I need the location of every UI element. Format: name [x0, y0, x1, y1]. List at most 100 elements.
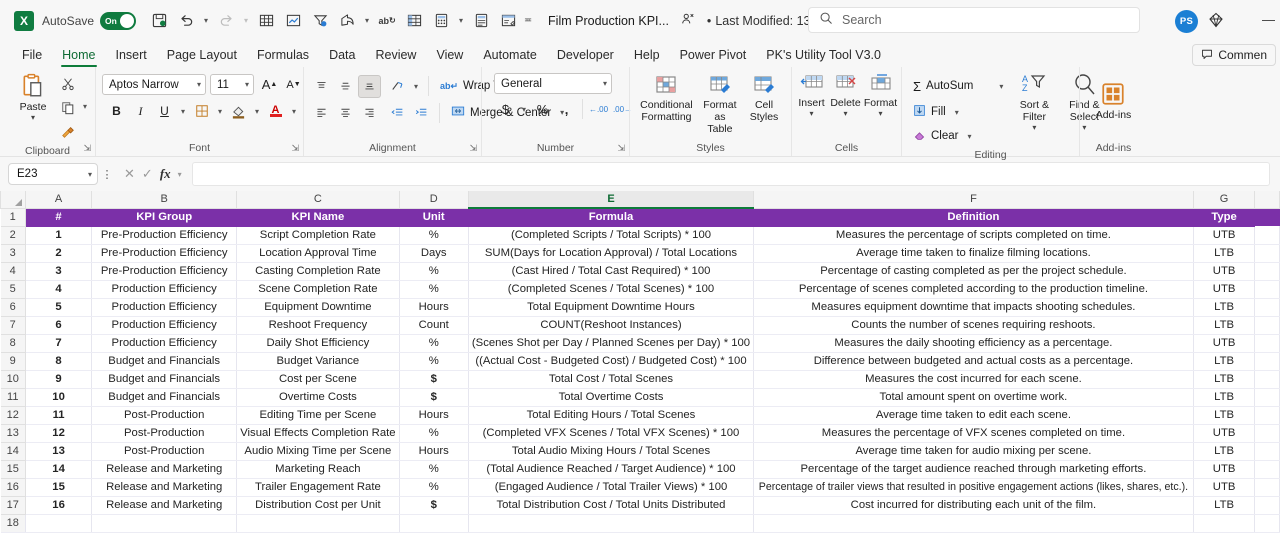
cell-b11[interactable]: Budget and Financials: [91, 388, 238, 407]
cell-g10[interactable]: LTB: [1193, 370, 1256, 389]
cell-b4[interactable]: Pre-Production Efficiency: [91, 262, 238, 281]
cell-h12[interactable]: [1254, 406, 1280, 425]
insert-cells-button[interactable]: Insert ▾: [795, 70, 828, 121]
row-header-14[interactable]: 14: [0, 441, 26, 461]
delete-dropdown-icon[interactable]: ▾: [843, 109, 847, 118]
cell-h2[interactable]: [1254, 226, 1280, 245]
confirm-formula-icon[interactable]: ✓: [142, 166, 153, 182]
search-input[interactable]: Search: [842, 13, 882, 27]
cell-e5[interactable]: (Completed Scenes / Total Scenes) * 100: [468, 280, 755, 299]
header-cell-unit[interactable]: Unit: [399, 208, 469, 227]
cell-c2[interactable]: Script Completion Rate: [236, 226, 400, 245]
cell-a4[interactable]: 3: [25, 262, 93, 281]
cell-d9[interactable]: %: [399, 352, 469, 371]
avatar[interactable]: PS: [1175, 10, 1198, 33]
number-dialog-launcher-icon[interactable]: ⇲: [617, 143, 625, 154]
cell-c14[interactable]: Audio Mixing Time per Scene: [236, 442, 400, 461]
cell-f7[interactable]: Counts the number of scenes requiring re…: [753, 316, 1194, 335]
cell-d11[interactable]: $: [399, 388, 469, 407]
copilot-diamond-icon[interactable]: [1208, 12, 1224, 33]
cell-g2[interactable]: UTB: [1193, 226, 1256, 245]
tab-data[interactable]: Data: [319, 46, 365, 67]
save-icon[interactable]: [146, 8, 172, 34]
delete-cells-button[interactable]: Delete ▾: [828, 70, 863, 121]
redo-dropdown-icon[interactable]: ▾: [240, 8, 252, 34]
currency-format-icon[interactable]: $: [494, 98, 517, 121]
cell-c3[interactable]: Location Approval Time: [236, 244, 400, 263]
comma-format-icon[interactable]: ,: [555, 98, 578, 121]
cell-f3[interactable]: Average time taken to finalize filming l…: [753, 244, 1194, 263]
name-box-resize-handle[interactable]: ⋮: [100, 168, 114, 181]
clear-button[interactable]: Clear ▾: [908, 125, 980, 147]
cell-d17[interactable]: $: [399, 496, 469, 515]
cell-d18[interactable]: [399, 514, 469, 533]
cell-f8[interactable]: Measures the daily shooting efficiency a…: [753, 334, 1194, 353]
cell-f17[interactable]: Cost incurred for distributing each unit…: [753, 496, 1194, 515]
cell-a5[interactable]: 4: [25, 280, 93, 299]
decrease-indent-icon[interactable]: [386, 101, 409, 124]
column-header-b[interactable]: B: [91, 191, 238, 209]
header-cell-number[interactable]: #: [25, 208, 93, 227]
cell-f10[interactable]: Measures the cost incurred for each scen…: [753, 370, 1194, 389]
row-header-15[interactable]: 15: [0, 459, 26, 479]
cell-a6[interactable]: 5: [25, 298, 93, 317]
header-cell-kpi-group[interactable]: KPI Group: [91, 208, 238, 227]
row-header-5[interactable]: 5: [0, 279, 26, 299]
insert-table-icon[interactable]: [401, 8, 427, 34]
tab-home[interactable]: Home: [52, 46, 105, 67]
format-painter-icon[interactable]: [56, 120, 79, 143]
tab-power-pivot[interactable]: Power Pivot: [670, 46, 757, 67]
more-qat-icon[interactable]: ≖: [522, 8, 534, 34]
cell-h13[interactable]: [1254, 424, 1280, 443]
autosave-toggle[interactable]: On: [100, 11, 137, 30]
underline-dropdown-icon[interactable]: ▾: [177, 98, 189, 124]
cell-d6[interactable]: Hours: [399, 298, 469, 317]
name-box[interactable]: E23 ▾: [8, 163, 98, 185]
cell-b2[interactable]: Pre-Production Efficiency: [91, 226, 238, 245]
cell-a8[interactable]: 7: [25, 334, 93, 353]
row-header-2[interactable]: 2: [0, 225, 26, 245]
cell-f14[interactable]: Average time taken for audio mixing per …: [753, 442, 1194, 461]
fill-color-dropdown-icon[interactable]: ▾: [251, 98, 263, 124]
row-header-8[interactable]: 8: [0, 333, 26, 353]
cell-a3[interactable]: 2: [25, 244, 93, 263]
copy-icon[interactable]: [56, 96, 79, 119]
cell-f9[interactable]: Difference between budgeted and actual c…: [753, 352, 1194, 371]
cell-g11[interactable]: LTB: [1193, 388, 1256, 407]
align-right-icon[interactable]: [358, 101, 381, 124]
comments-button[interactable]: Commen: [1192, 44, 1276, 66]
row-header-16[interactable]: 16: [0, 477, 26, 497]
add-ins-button[interactable]: Add-ins: [1091, 78, 1137, 124]
cell-h14[interactable]: [1254, 442, 1280, 461]
cell-a9[interactable]: 8: [25, 352, 93, 371]
cell-f5[interactable]: Percentage of scenes completed according…: [753, 280, 1194, 299]
sort-filter-button[interactable]: AZ Sort & Filter ▾: [1011, 70, 1057, 135]
calculator-dropdown-icon[interactable]: ▾: [455, 8, 467, 34]
bold-button[interactable]: B: [105, 100, 128, 123]
clear-dropdown-icon[interactable]: ▾: [963, 123, 975, 149]
cell-e13[interactable]: (Completed VFX Scenes / Total VFX Scenes…: [468, 424, 755, 443]
cell-c8[interactable]: Daily Shot Efficiency: [236, 334, 400, 353]
cell-b3[interactable]: Pre-Production Efficiency: [91, 244, 238, 263]
align-center-icon[interactable]: [334, 101, 357, 124]
undo-dropdown-icon[interactable]: ▾: [200, 8, 212, 34]
paste-dropdown-icon[interactable]: ▾: [31, 113, 35, 122]
cell-c17[interactable]: Distribution Cost per Unit: [236, 496, 400, 515]
cell-g3[interactable]: LTB: [1193, 244, 1256, 263]
cell-e3[interactable]: SUM(Days for Location Approval) / Total …: [468, 244, 755, 263]
cell-b14[interactable]: Post-Production: [91, 442, 238, 461]
cell-c9[interactable]: Budget Variance: [236, 352, 400, 371]
cell-d12[interactable]: Hours: [399, 406, 469, 425]
cell-c11[interactable]: Overtime Costs: [236, 388, 400, 407]
borders-icon[interactable]: [190, 100, 213, 123]
tab-developer[interactable]: Developer: [547, 46, 624, 67]
cell-b17[interactable]: Release and Marketing: [91, 496, 238, 515]
fill-color-icon[interactable]: [227, 100, 250, 123]
column-header-h[interactable]: [1254, 191, 1280, 209]
cell-c18[interactable]: [236, 514, 400, 533]
insert-function-icon[interactable]: fx: [160, 166, 171, 182]
cell-h5[interactable]: [1254, 280, 1280, 299]
header-cell-formula[interactable]: Formula: [468, 208, 755, 227]
row-header-18[interactable]: 18: [0, 513, 26, 533]
cell-e4[interactable]: (Cast Hired / Total Cast Required) * 100: [468, 262, 755, 281]
